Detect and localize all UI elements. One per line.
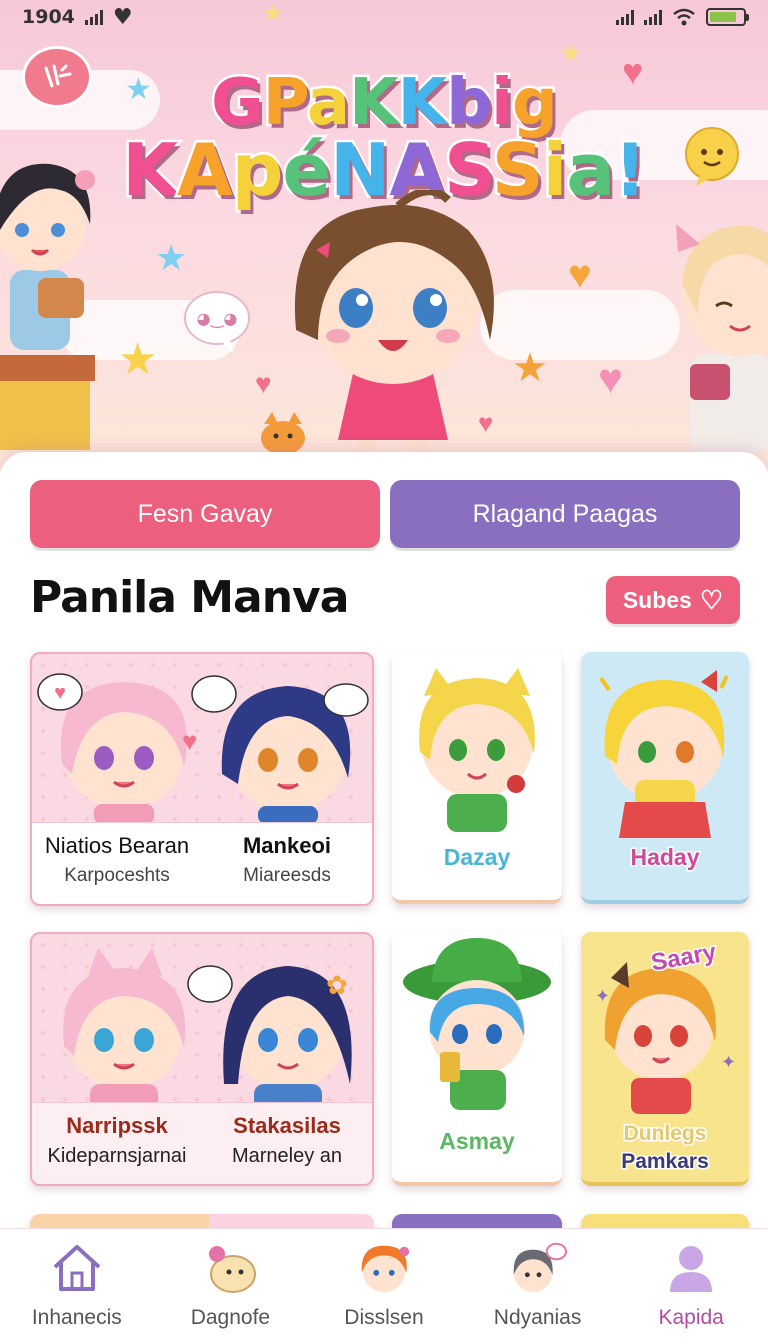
card-title: Mankeoi: [242, 833, 332, 858]
heart-icon: ♥: [568, 253, 592, 297]
nav-item-ndyanias[interactable]: Ndyanias: [461, 1229, 615, 1344]
clock: 1904: [22, 6, 75, 28]
status-bar: 1904 ♥: [0, 0, 768, 34]
two-characters-illustration: ♥ ♥: [37, 673, 369, 824]
character-chat-icon: [508, 1240, 568, 1296]
svg-text:♥: ♥: [182, 726, 197, 756]
main-girl-character: [294, 190, 494, 465]
signal-icon: [644, 9, 662, 25]
manga-card-haday[interactable]: Haday: [581, 652, 749, 904]
blonde-girl-illustration: [599, 670, 729, 838]
card-title: Stakasilas: [233, 1113, 341, 1138]
nav-label: Dagnofe: [190, 1306, 271, 1329]
card-artwork: ♥ ♥: [32, 654, 372, 824]
star-icon: ★: [118, 335, 158, 384]
heart-icon: ♡: [699, 584, 724, 615]
star-icon: ★: [560, 40, 582, 67]
character-icon: [354, 1240, 414, 1296]
content-panel: Fesn Gavay Rlagand Paagas Panila Manva S…: [0, 452, 768, 1232]
nav-item-inhanecis[interactable]: Inhanecis: [0, 1229, 154, 1344]
heart-icon: ♥: [112, 4, 133, 30]
star-icon: ★: [125, 73, 152, 106]
nav-item-kapida[interactable]: Kapida: [614, 1229, 768, 1344]
two-characters-illustration: ✿: [63, 948, 352, 1110]
green-hat-boy-illustration: [403, 938, 551, 1110]
svg-text:✦: ✦: [721, 1052, 736, 1072]
heart-icon: ♥: [255, 368, 272, 399]
card-subtitle: Marneley an: [231, 1145, 343, 1167]
manga-card-dazay[interactable]: Dazay: [392, 652, 562, 904]
chat-bubble-icon: ◕‿◕: [184, 291, 250, 354]
card-artwork: ✿: [32, 934, 372, 1110]
section-title: Panila Manva: [30, 572, 349, 623]
tab-rlagand-paagas[interactable]: Rlagand Paagas: [390, 480, 740, 548]
subscribe-button[interactable]: Subes ♡: [606, 576, 740, 624]
manga-card-wide[interactable]: ♥ ♥ Niatios Bearan Karpoceshts Mankeoi M…: [30, 652, 374, 906]
signal-icon: [84, 9, 103, 25]
svg-text:✦: ✦: [595, 986, 610, 1006]
card-label: Dunlegs: [622, 1121, 708, 1147]
card-label: Haday: [629, 843, 701, 872]
svg-text:✿: ✿: [326, 970, 348, 1000]
girl-character-right: [676, 224, 768, 454]
home-icon: [47, 1240, 107, 1296]
card-label: Asmay: [438, 1127, 516, 1156]
svg-text:♥: ♥: [54, 682, 66, 704]
wifi-icon: [673, 8, 695, 26]
profile-icon: [661, 1240, 721, 1296]
nav-item-dagnofe[interactable]: Dagnofe: [154, 1229, 308, 1344]
manga-card-wide[interactable]: ✿ Narripssk Kideparnsjarnai Stakasilas M…: [30, 932, 374, 1186]
card-title: Niatios Bearan: [44, 833, 190, 858]
card-label-secondary: Pamkars: [620, 1149, 711, 1175]
tab-bar: Fesn Gavay Rlagand Paagas: [30, 480, 740, 548]
nav-label: Kapida: [658, 1306, 724, 1329]
smiley-bubble-icon: [685, 127, 739, 186]
manga-card-dunlegs[interactable]: ✦ ✦ Saary Dunlegs Pamkars: [581, 932, 749, 1186]
nav-item-disslsen[interactable]: Disslsen: [307, 1229, 461, 1344]
star-icon: ★: [512, 346, 548, 390]
card-subtitle: Kideparnsjarnai: [47, 1145, 187, 1167]
mascot-icon: [200, 1240, 260, 1296]
yellow-cat-girl-illustration: [419, 668, 535, 832]
card-subtitle: Miareesds: [243, 865, 331, 886]
nav-label: Ndyanias: [493, 1306, 582, 1329]
nav-label: Inhanecis: [31, 1306, 122, 1329]
heart-icon: ♥: [598, 355, 623, 402]
battery-icon: [706, 8, 749, 26]
card-caption: Narripssk Kideparnsjarnai Stakasilas Mar…: [32, 1102, 372, 1184]
card-title: Narripssk: [66, 1113, 168, 1138]
cat-mascot-icon: [261, 412, 305, 455]
signal-icon: [616, 9, 634, 25]
card-subtitle: Karpoceshts: [64, 865, 170, 886]
manga-card-asmay[interactable]: Asmay: [392, 932, 562, 1186]
nav-label: Disslsen: [344, 1306, 424, 1329]
card-caption: Niatios Bearan Karpoceshts Mankeoi Miare…: [32, 822, 372, 904]
svg-text:◕‿◕: ◕‿◕: [197, 309, 238, 329]
bottom-navigation: Inhanecis Dagnofe Disslsen Ndyanias Kapi…: [0, 1228, 768, 1344]
star-icon: ★: [155, 237, 188, 278]
hero-banner: 1904 ♥ GPaKKbig KApéNASSia! ★ ★ ★ ★ ★ ★ …: [0, 0, 768, 470]
card-label: Dazay: [442, 843, 511, 872]
tab-fesn-gavay[interactable]: Fesn Gavay: [30, 480, 380, 548]
girl-character-left: [0, 163, 95, 450]
heart-icon: ♥: [622, 51, 644, 92]
subscribe-label: Subes: [622, 586, 692, 613]
